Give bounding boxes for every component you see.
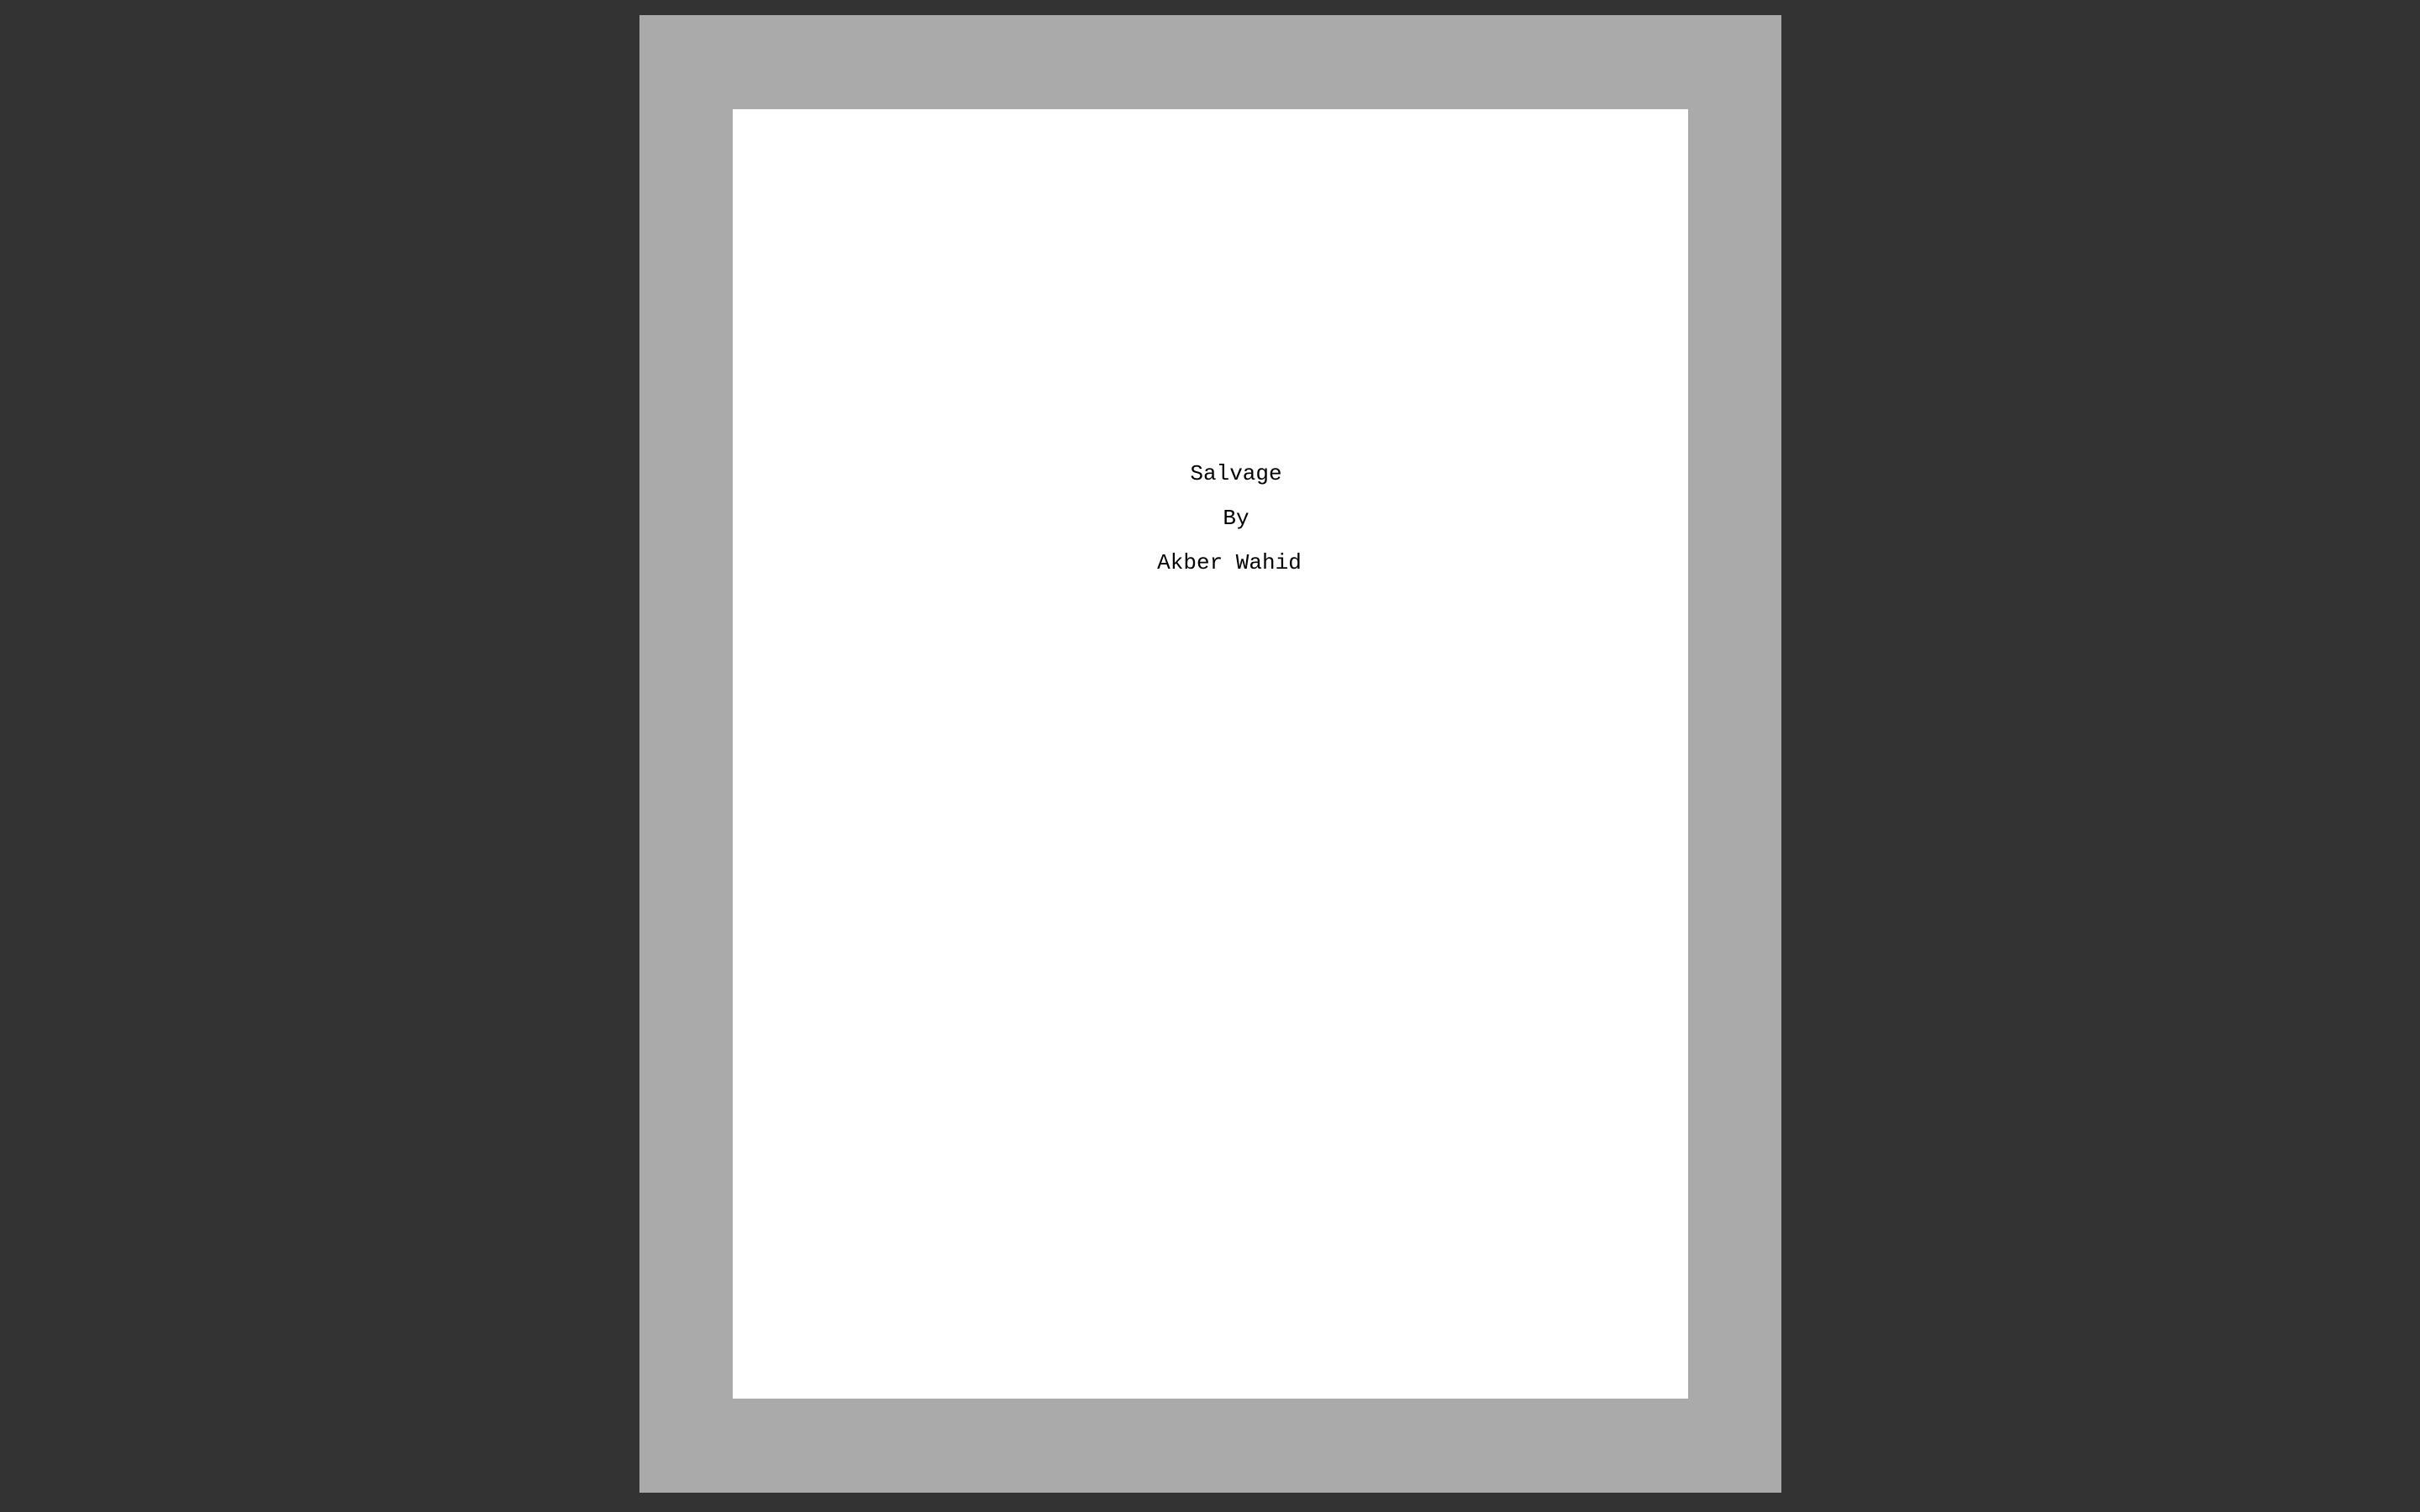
title-block: Salvage By Akber Wahid (733, 452, 1739, 585)
script-title: Salvage (1190, 461, 1282, 486)
page-frame: Salvage By Akber Wahid (639, 15, 1781, 1493)
script-page: Salvage By Akber Wahid (733, 109, 1688, 1399)
author-name: Akber Wahid (1157, 550, 1302, 575)
by-line: By (1223, 506, 1249, 531)
document-viewer: Salvage By Akber Wahid (0, 0, 2420, 1512)
